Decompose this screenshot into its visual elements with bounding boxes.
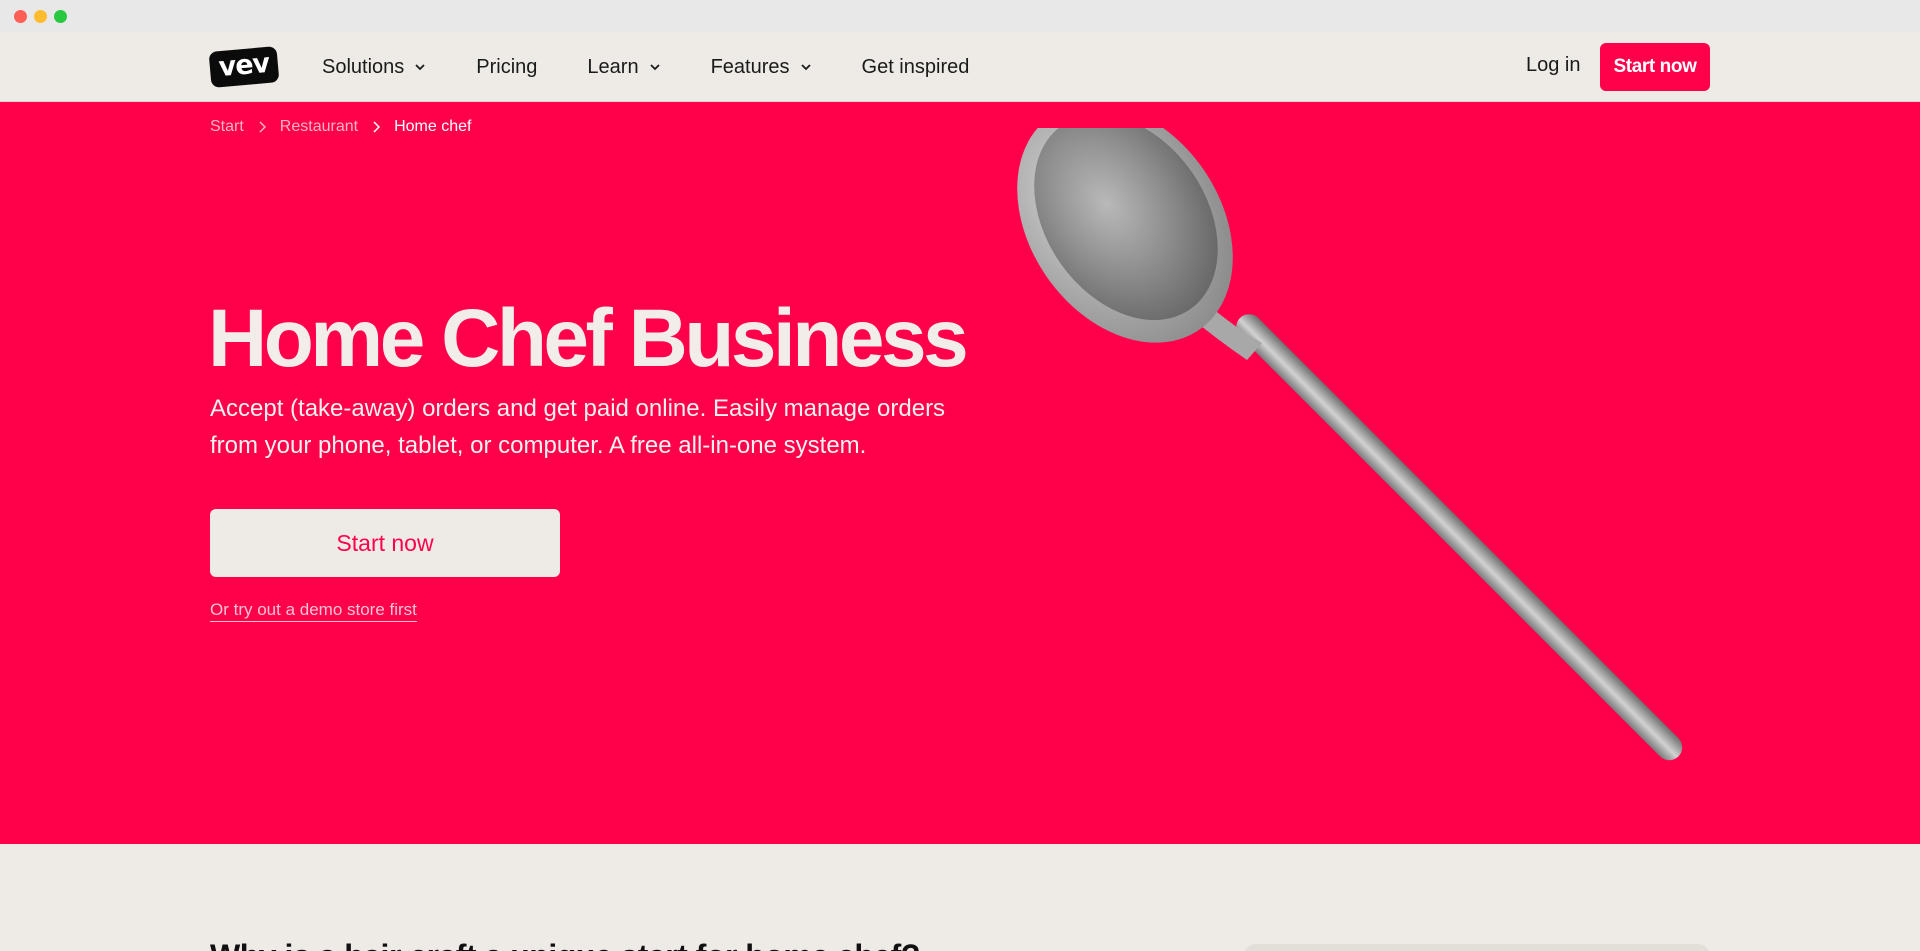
maximize-window-button[interactable]	[54, 10, 67, 23]
nav-learn[interactable]: Learn	[587, 56, 660, 79]
nav-features-label: Features	[710, 55, 790, 78]
hero-subtitle: Accept (take-away) orders and get paid o…	[210, 395, 946, 459]
login-link[interactable]: Log in	[1526, 54, 1581, 77]
nav-solutions-label: Solutions	[322, 55, 405, 78]
hero-section: Start Restaurant Home chef Home Chef Bus…	[0, 102, 1920, 844]
demo-store-link[interactable]: Or try out a demo store first	[210, 600, 417, 622]
nav-get-inspired-label: Get inspired	[861, 55, 970, 78]
nav-pricing-label: Pricing	[476, 55, 538, 78]
nav-solutions[interactable]: Solutions	[322, 56, 426, 79]
chevron-right-icon	[259, 121, 266, 133]
nav-pricing[interactable]: Pricing	[476, 56, 537, 79]
hero-start-now-button[interactable]: Start now	[210, 509, 560, 577]
nav-features[interactable]: Features	[711, 56, 812, 79]
breadcrumb-home-chef: Home chef	[394, 118, 472, 135]
site-header: vev Solutions Pricing Learn Features Get…	[0, 32, 1920, 102]
main-nav: Solutions Pricing Learn Features Get ins…	[322, 32, 1019, 102]
chevron-down-icon	[800, 64, 811, 71]
nav-get-inspired[interactable]: Get inspired	[862, 56, 970, 79]
page-title: Home Chef Business	[208, 293, 969, 384]
breadcrumb: Start Restaurant Home chef	[210, 118, 471, 136]
breadcrumb-restaurant[interactable]: Restaurant	[280, 118, 358, 136]
nav-learn-label: Learn	[587, 55, 639, 78]
close-window-button[interactable]	[14, 10, 27, 23]
breadcrumb-start[interactable]: Start	[210, 118, 244, 136]
minimize-window-button[interactable]	[34, 10, 47, 23]
chevron-right-icon	[373, 121, 381, 133]
section-heading: Why is a hair craft a unique start for h…	[210, 938, 920, 951]
header-start-now-button[interactable]: Start now	[1600, 43, 1710, 91]
wooden-spoon-image	[1017, 128, 1683, 761]
window-title-bar	[0, 0, 1920, 32]
chevron-down-icon	[649, 64, 660, 71]
chevron-down-icon	[415, 64, 425, 71]
vev-logo[interactable]: vev	[208, 46, 280, 88]
side-card	[1244, 944, 1710, 951]
